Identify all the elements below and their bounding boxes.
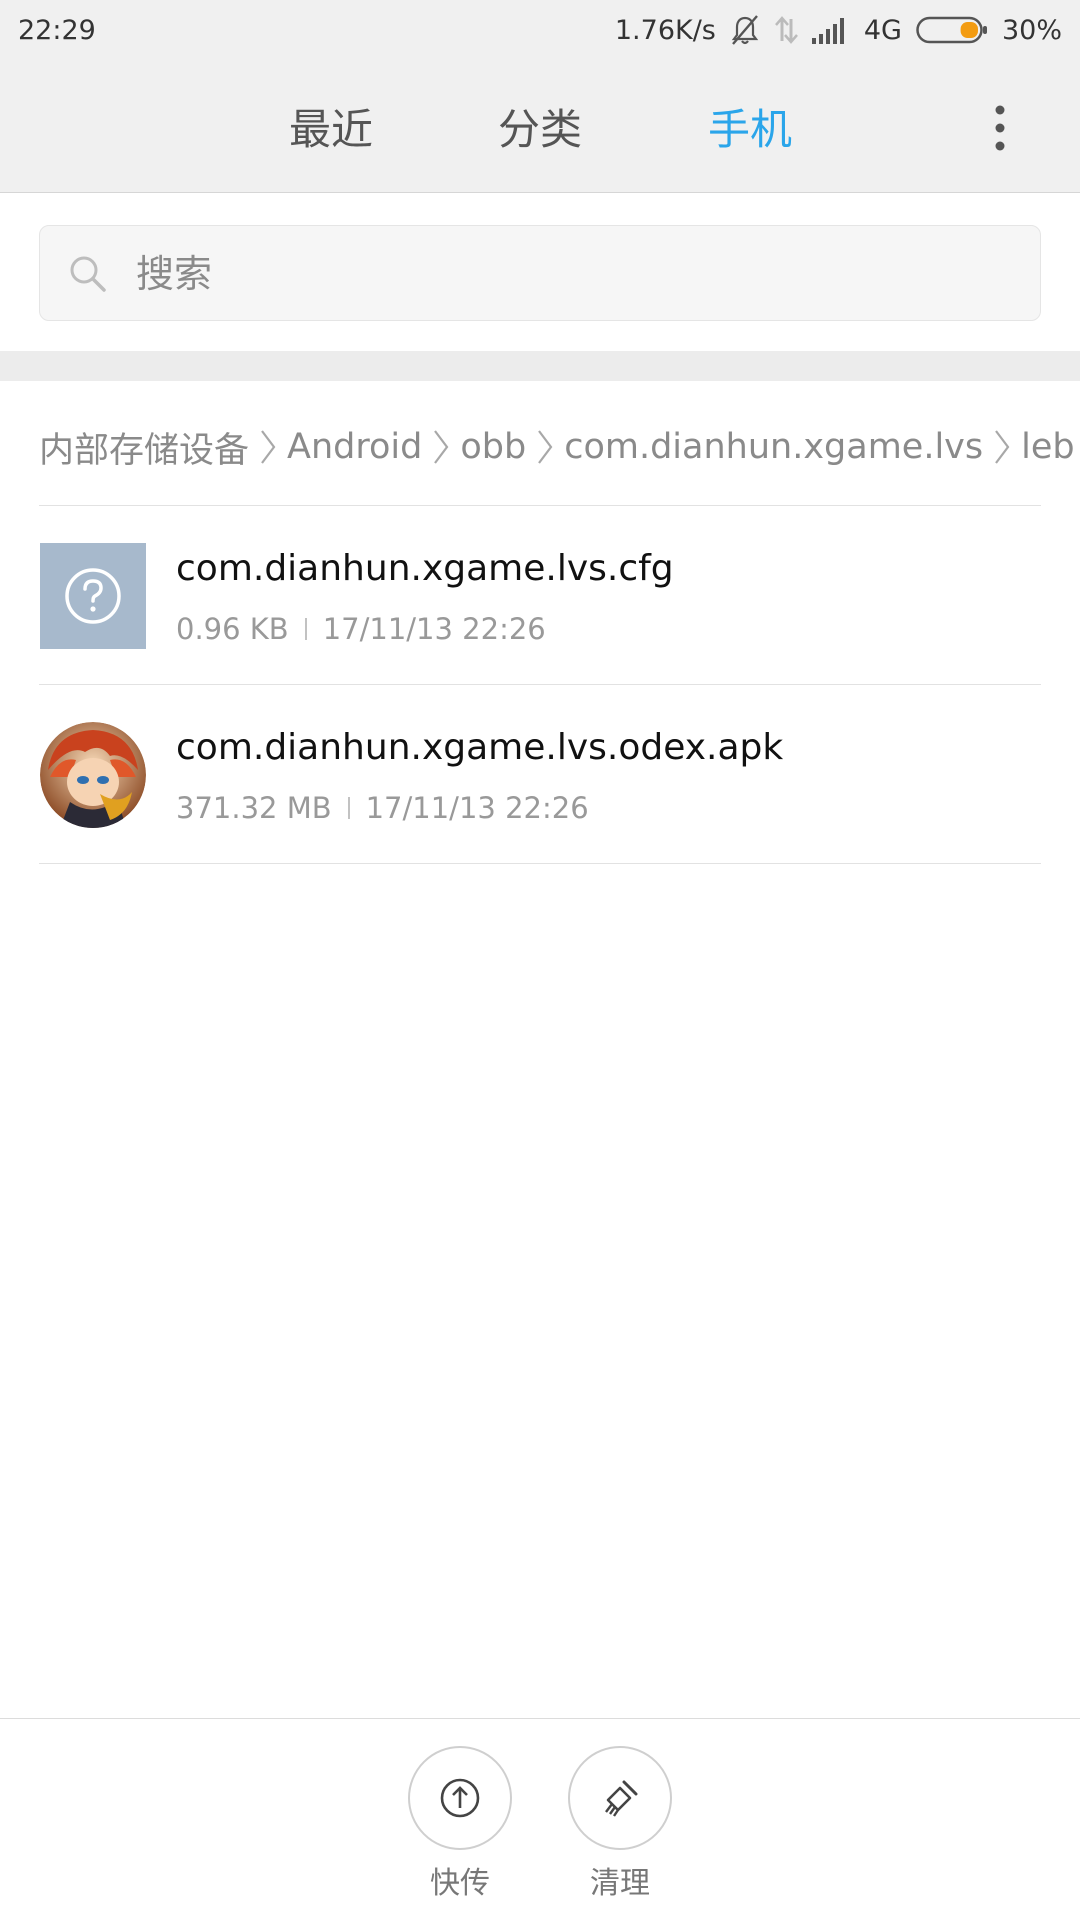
breadcrumb-item-package[interactable]: com.dianhun.xgame.lvs: [564, 427, 983, 467]
chevron-right-icon: [259, 427, 277, 467]
search-icon: [68, 254, 108, 298]
upload-icon: [408, 1746, 512, 1850]
file-list-item[interactable]: com.dianhun.xgame.lvs.odex.apk 371.32 MB…: [0, 685, 1080, 864]
clean-button[interactable]: 清理: [568, 1746, 672, 1902]
chevron-right-icon: [432, 427, 450, 467]
section-divider: [0, 351, 1080, 381]
unknown-file-icon: [40, 543, 146, 649]
meta-separator: [304, 618, 307, 640]
tab-bar: 最近 分类 手机: [0, 60, 1080, 193]
status-indicators: 1.76K/s 4G 30%: [615, 14, 1062, 46]
clean-label: 清理: [590, 1866, 650, 1901]
battery-icon: [916, 15, 988, 45]
file-date: 17/11/13 22:26: [365, 791, 589, 825]
meta-separator: [347, 797, 350, 819]
chevron-right-icon: [993, 427, 1011, 467]
file-meta: 371.32 MB 17/11/13 22:26: [176, 791, 589, 825]
signal-icon: [811, 16, 850, 44]
status-bar: 22:29 1.76K/s 4G 30%: [0, 0, 1080, 60]
breadcrumb-item-current[interactable]: leb: [1021, 427, 1074, 467]
quick-share-label: 快传: [430, 1866, 490, 1901]
file-manager-screen: 22:29 1.76K/s 4G 30% 最近 分类 手机 搜索 内部存储设备 …: [0, 0, 1080, 1920]
data-transfer-icon: [774, 15, 798, 45]
more-options-button[interactable]: [980, 100, 1020, 156]
file-size: 0.96 KB: [176, 612, 289, 646]
breadcrumb: 内部存储设备 Android obb com.dianhun.xgame.lvs…: [39, 412, 1080, 482]
breadcrumb-item-obb[interactable]: obb: [460, 427, 526, 467]
bell-muted-icon: [730, 14, 760, 46]
breadcrumb-item-android[interactable]: Android: [287, 427, 422, 467]
tab-category[interactable]: 分类: [498, 96, 582, 157]
file-meta: 0.96 KB 17/11/13 22:26: [176, 612, 546, 646]
search-area: [0, 193, 1080, 351]
network-type: 4G: [863, 14, 902, 46]
search-input[interactable]: [134, 244, 1014, 304]
net-speed: 1.76K/s: [614, 14, 716, 46]
file-name: com.dianhun.xgame.lvs.odex.apk: [176, 727, 784, 768]
app-avatar-icon: [40, 722, 146, 828]
divider: [39, 863, 1041, 864]
breadcrumb-item-internal-storage[interactable]: 内部存储设备: [39, 422, 249, 473]
search-box[interactable]: [39, 225, 1041, 321]
file-date: 17/11/13 22:26: [322, 612, 546, 646]
status-time: 22:29: [18, 14, 96, 46]
bottom-action-bar: 快传 清理: [0, 1718, 1080, 1920]
file-name: com.dianhun.xgame.lvs.cfg: [176, 548, 674, 589]
broom-icon: [568, 1746, 672, 1850]
file-list-item[interactable]: com.dianhun.xgame.lvs.cfg 0.96 KB 17/11/…: [0, 506, 1080, 685]
file-size: 371.32 MB: [176, 791, 332, 825]
file-list: com.dianhun.xgame.lvs.cfg 0.96 KB 17/11/…: [0, 506, 1080, 864]
chevron-right-icon: [536, 427, 554, 467]
quick-share-button[interactable]: 快传: [408, 1746, 512, 1902]
tab-phone[interactable]: 手机: [708, 96, 792, 157]
tab-recent[interactable]: 最近: [289, 96, 373, 157]
more-vertical-icon: [995, 105, 1005, 151]
battery-percent: 30%: [1001, 14, 1062, 46]
